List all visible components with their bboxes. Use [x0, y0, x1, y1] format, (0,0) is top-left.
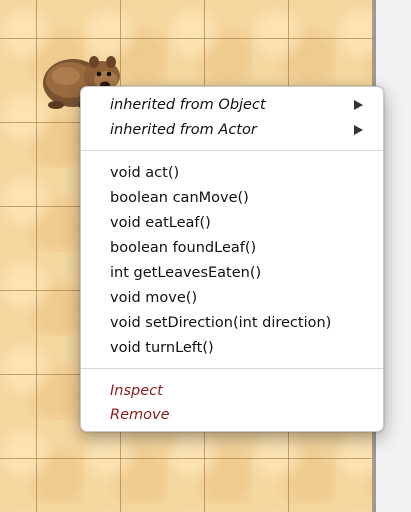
menu-item-act[interactable]: void act()	[110, 161, 373, 185]
menu-item-move[interactable]: void move()	[110, 286, 373, 310]
menu-item-inherited-actor[interactable]: inherited from Actor	[110, 118, 373, 142]
menu-item-found-leaf[interactable]: boolean foundLeaf()	[110, 236, 373, 260]
actor-context-menu: inherited from Object inherited from Act…	[80, 86, 384, 432]
menu-item-set-direction[interactable]: void setDirection(int direction)	[110, 311, 373, 335]
menu-item-inherited-object[interactable]: inherited from Object	[110, 93, 373, 117]
menu-item-get-leaves-eaten[interactable]: int getLeavesEaten()	[110, 261, 373, 285]
menu-item-label: inherited from Object	[110, 97, 266, 113]
triangle-right-icon	[354, 100, 363, 110]
menu-item-label: inherited from Actor	[110, 122, 257, 138]
menu-separator	[81, 150, 383, 151]
menu-item-can-move[interactable]: boolean canMove()	[110, 186, 373, 210]
menu-item-remove[interactable]: Remove	[110, 403, 373, 427]
triangle-right-icon	[354, 125, 363, 135]
menu-separator	[81, 368, 383, 369]
menu-item-inspect[interactable]: Inspect	[110, 379, 373, 403]
menu-item-turn-left[interactable]: void turnLeft()	[110, 336, 373, 360]
menu-item-eat-leaf[interactable]: void eatLeaf()	[110, 211, 373, 235]
